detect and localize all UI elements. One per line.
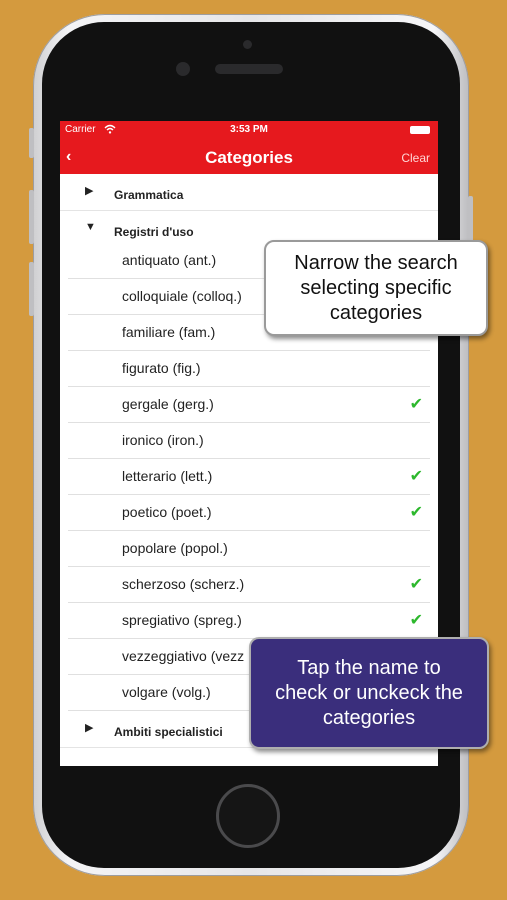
check-icon: ✔ (409, 576, 423, 593)
list-item[interactable]: popolare (popol.) (60, 531, 438, 567)
item-label: volgare (volg.) (122, 684, 211, 700)
section-label: Ambiti specialistici (114, 725, 223, 739)
check-icon: ✔ (409, 468, 423, 485)
disclosure-expanded-icon: ▼ (85, 221, 96, 233)
callout-line: Narrow the search (294, 252, 458, 274)
list-item[interactable]: figurato (fig.) (60, 351, 438, 387)
list-item[interactable]: gergale (gerg.) ✔ (60, 387, 438, 423)
phone-camera (176, 62, 190, 76)
section-label: Grammatica (114, 188, 184, 202)
item-label: antiquato (ant.) (122, 252, 217, 268)
section-label: Registri d'uso (114, 225, 194, 239)
list-item[interactable]: letterario (lett.) ✔ (60, 459, 438, 495)
disclosure-collapsed-icon: ▶ (85, 185, 94, 197)
item-label: popolare (popol.) (122, 540, 228, 556)
phone-mute-switch (29, 128, 34, 158)
callout-line: selecting specific (300, 277, 452, 299)
list-item[interactable]: spregiativo (spreg.) ✔ (60, 603, 438, 639)
phone-speaker (215, 64, 283, 74)
item-label: familiare (fam.) (122, 324, 216, 340)
phone-volume-down (29, 262, 34, 316)
item-label: colloquiale (colloq.) (122, 288, 242, 304)
callout-line: categories (322, 707, 416, 729)
check-icon: ✔ (409, 612, 423, 629)
page-title: Categories (205, 148, 293, 167)
list-item[interactable]: poetico (poet.) ✔ (60, 495, 438, 531)
status-bar: Carrier 3:53 PM (60, 121, 438, 139)
list-item[interactable]: ironico (iron.) (60, 423, 438, 459)
check-icon: ✔ (409, 504, 423, 521)
item-label: figurato (fig.) (122, 360, 201, 376)
item-label: vezzeggiativo (vezz (122, 648, 245, 664)
callout-line: categories (329, 302, 423, 324)
item-label: ironico (iron.) (122, 432, 204, 448)
disclosure-collapsed-icon: ▶ (85, 722, 94, 734)
item-label: poetico (poet.) (122, 504, 212, 520)
navigation-bar: ‹ Categories Clear (60, 139, 438, 174)
tip-callout-tap-name: Tap the name to check or unckeck the cat… (249, 637, 489, 749)
check-icon: ✔ (409, 396, 423, 413)
item-label: spregiativo (spreg.) (122, 612, 242, 628)
item-label: letterario (lett.) (122, 468, 213, 484)
phone-sensor (243, 40, 252, 49)
item-label: gergale (gerg.) (122, 396, 214, 412)
status-time: 3:53 PM (230, 124, 268, 135)
list-item[interactable]: scherzoso (scherz.) ✔ (60, 567, 438, 603)
tip-callout-narrow-search: Narrow the search selecting specific cat… (264, 240, 488, 336)
callout-line: Tap the name to (297, 657, 441, 679)
battery-icon (410, 126, 430, 134)
callout-line: check or unckeck the (275, 682, 463, 704)
phone-volume-up (29, 190, 34, 244)
section-header-grammatica[interactable]: ▶ Grammatica (60, 174, 438, 211)
home-button[interactable] (216, 784, 280, 848)
item-label: scherzoso (scherz.) (122, 576, 245, 592)
clear-button[interactable]: Clear (401, 151, 430, 165)
